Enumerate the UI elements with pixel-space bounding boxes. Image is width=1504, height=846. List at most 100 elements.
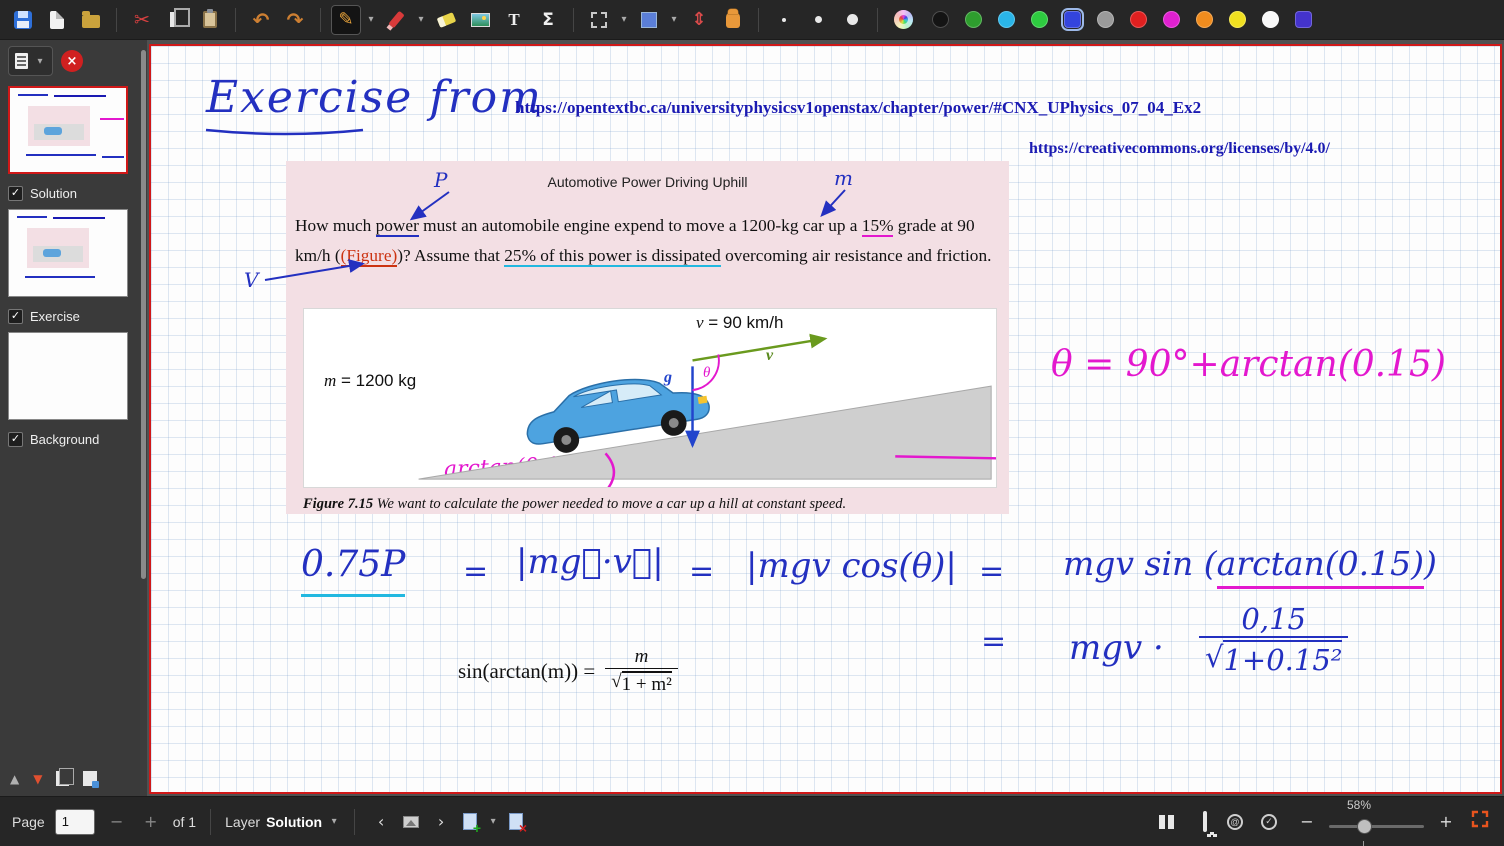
- arctan-annotation: arctan(0.15): [444, 453, 583, 483]
- thumbnail-preview: [102, 156, 124, 158]
- page-thumbnail-current[interactable]: [8, 86, 128, 174]
- page-increment-button[interactable]: +: [139, 809, 163, 835]
- page-decrement-button[interactable]: −: [105, 809, 129, 835]
- add-page-button[interactable]: [463, 813, 477, 830]
- typeset-identity[interactable]: sin(arctan(m)) = m√1 + m²: [458, 646, 678, 696]
- duplicate-page-button[interactable]: [56, 771, 69, 786]
- color-swatch-white[interactable]: [1262, 11, 1279, 28]
- layer-thumbnail-solution[interactable]: [8, 209, 128, 297]
- color-swatch-indigo[interactable]: [1295, 11, 1312, 28]
- select-tool-chevron[interactable]: ▾: [618, 14, 630, 25]
- shape-tool-chevron[interactable]: ▾: [668, 14, 680, 25]
- zoom-in-button[interactable]: +: [1434, 809, 1458, 835]
- thickness-medium-button[interactable]: [803, 5, 833, 35]
- figure-link[interactable]: (Figure): [341, 246, 398, 267]
- color-swatch-gray[interactable]: [1097, 11, 1114, 28]
- color-swatch-magenta[interactable]: [1163, 11, 1180, 28]
- layer-row-exercise[interactable]: ✓ Exercise: [8, 309, 132, 324]
- layer-checkbox-exercise[interactable]: ✓: [8, 309, 23, 324]
- text-tool-button[interactable]: T: [499, 5, 529, 35]
- equation2-prefix: mgv ·: [1069, 628, 1164, 668]
- equals-sign: =: [981, 624, 1006, 659]
- preview-mode-dropdown[interactable]: ▾: [8, 46, 53, 76]
- open-file-button[interactable]: [76, 5, 106, 35]
- mass-label: m = 1200 kg: [324, 371, 416, 391]
- vertical-space-button[interactable]: ⇕: [684, 5, 714, 35]
- eraser-tool-button[interactable]: [431, 5, 461, 35]
- layer-row-solution[interactable]: ✓ Solution: [8, 186, 132, 201]
- color-swatch-orange[interactable]: [1196, 11, 1213, 28]
- toolbar-separator: [573, 8, 574, 32]
- color-swatch-blue[interactable]: [1064, 11, 1081, 28]
- presentation-mode-button[interactable]: [1193, 809, 1217, 835]
- redo-button[interactable]: ↷: [280, 5, 310, 35]
- previous-page-button[interactable]: ‹: [369, 809, 393, 835]
- thickness-fine-button[interactable]: [769, 5, 799, 35]
- delete-page-button[interactable]: [509, 813, 523, 830]
- thumbnail-preview: [100, 118, 124, 120]
- shape-tool-button[interactable]: [634, 5, 664, 35]
- equation-sine-arg: arctan(0.15): [1217, 544, 1424, 589]
- cut-button[interactable]: ✂: [127, 5, 157, 35]
- thickness-thick-button[interactable]: [837, 5, 867, 35]
- fullscreen-button[interactable]: [1468, 809, 1492, 835]
- layer-checkbox-background[interactable]: ✓: [8, 432, 23, 447]
- equals-sign: =: [689, 554, 714, 589]
- copy-button[interactable]: [161, 5, 191, 35]
- zoom-slider-track[interactable]: [1329, 825, 1424, 828]
- new-document-button[interactable]: [42, 5, 72, 35]
- thumbnail-preview: [54, 95, 106, 97]
- scrollbar-thumb[interactable]: [141, 50, 146, 579]
- layer-selector[interactable]: Layer Solution ▾: [225, 814, 340, 830]
- statusbar-separator: [354, 809, 355, 835]
- page-snapshot-icon[interactable]: [403, 816, 419, 828]
- layer-checkbox-solution[interactable]: ✓: [8, 186, 23, 201]
- next-page-button[interactable]: ›: [429, 809, 453, 835]
- undo-button[interactable]: ↶: [246, 5, 276, 35]
- shape-icon: [641, 12, 657, 28]
- page-up-button[interactable]: ▲: [10, 772, 19, 786]
- highlighter-tool-button[interactable]: [381, 5, 411, 35]
- page-down-button[interactable]: ▼: [33, 772, 42, 786]
- move-page-button[interactable]: [83, 771, 97, 786]
- color-swatch-black[interactable]: [932, 11, 949, 28]
- math-tex-button[interactable]: Σ: [533, 5, 563, 35]
- layer-row-background[interactable]: ✓ Background: [8, 432, 132, 447]
- select-tool-button[interactable]: [584, 5, 614, 35]
- canvas-area: Exercise from https://opentextbc.ca/univ…: [140, 40, 1504, 796]
- layer-thumbnail-exercise[interactable]: [8, 332, 128, 420]
- paste-button[interactable]: [195, 5, 225, 35]
- zoom-slider[interactable]: 58%: [1329, 812, 1424, 842]
- color-wheel-button[interactable]: [888, 5, 918, 35]
- document-page[interactable]: Exercise from https://opentextbc.ca/univ…: [149, 44, 1502, 794]
- zoom-slider-handle[interactable]: [1357, 819, 1372, 834]
- color-wheel-icon: [894, 10, 913, 29]
- layer-label: Layer: [225, 814, 260, 830]
- hand-tool-button[interactable]: [718, 5, 748, 35]
- pen-tool-button[interactable]: ✎: [331, 5, 361, 35]
- zoom-out-button[interactable]: −: [1295, 809, 1319, 835]
- close-sidebar-button[interactable]: ×: [61, 50, 83, 72]
- dual-page-icon: [1159, 815, 1175, 829]
- highlighter-chevron[interactable]: ▾: [415, 14, 427, 25]
- color-swatch-yellow[interactable]: [1229, 11, 1246, 28]
- save-button[interactable]: [8, 5, 38, 35]
- layer-label-exercise: Exercise: [30, 309, 80, 324]
- insert-image-button[interactable]: [465, 5, 495, 35]
- vertical-scrollbar[interactable]: [140, 40, 147, 796]
- thumbnail-preview: [18, 94, 48, 96]
- license-url-link[interactable]: https://creativecommons.org/licenses/by/…: [1029, 140, 1330, 158]
- pen-tool-chevron[interactable]: ▾: [365, 14, 377, 25]
- g-vector-label: g⃗: [664, 369, 684, 387]
- color-swatch-light-blue[interactable]: [998, 11, 1015, 28]
- dual-page-view-button[interactable]: [1159, 809, 1183, 835]
- source-url-link[interactable]: https://opentextbc.ca/universityphysicsv…: [515, 98, 1201, 118]
- zoom-fit-button[interactable]: ✓: [1261, 809, 1285, 835]
- add-page-chevron[interactable]: ▾: [487, 816, 499, 827]
- color-swatch-red[interactable]: [1130, 11, 1147, 28]
- select-icon: [591, 12, 607, 28]
- color-swatch-green[interactable]: [965, 11, 982, 28]
- page-number-input[interactable]: [55, 809, 95, 835]
- color-swatch-bright-green[interactable]: [1031, 11, 1048, 28]
- zoom-original-button[interactable]: @: [1227, 809, 1251, 835]
